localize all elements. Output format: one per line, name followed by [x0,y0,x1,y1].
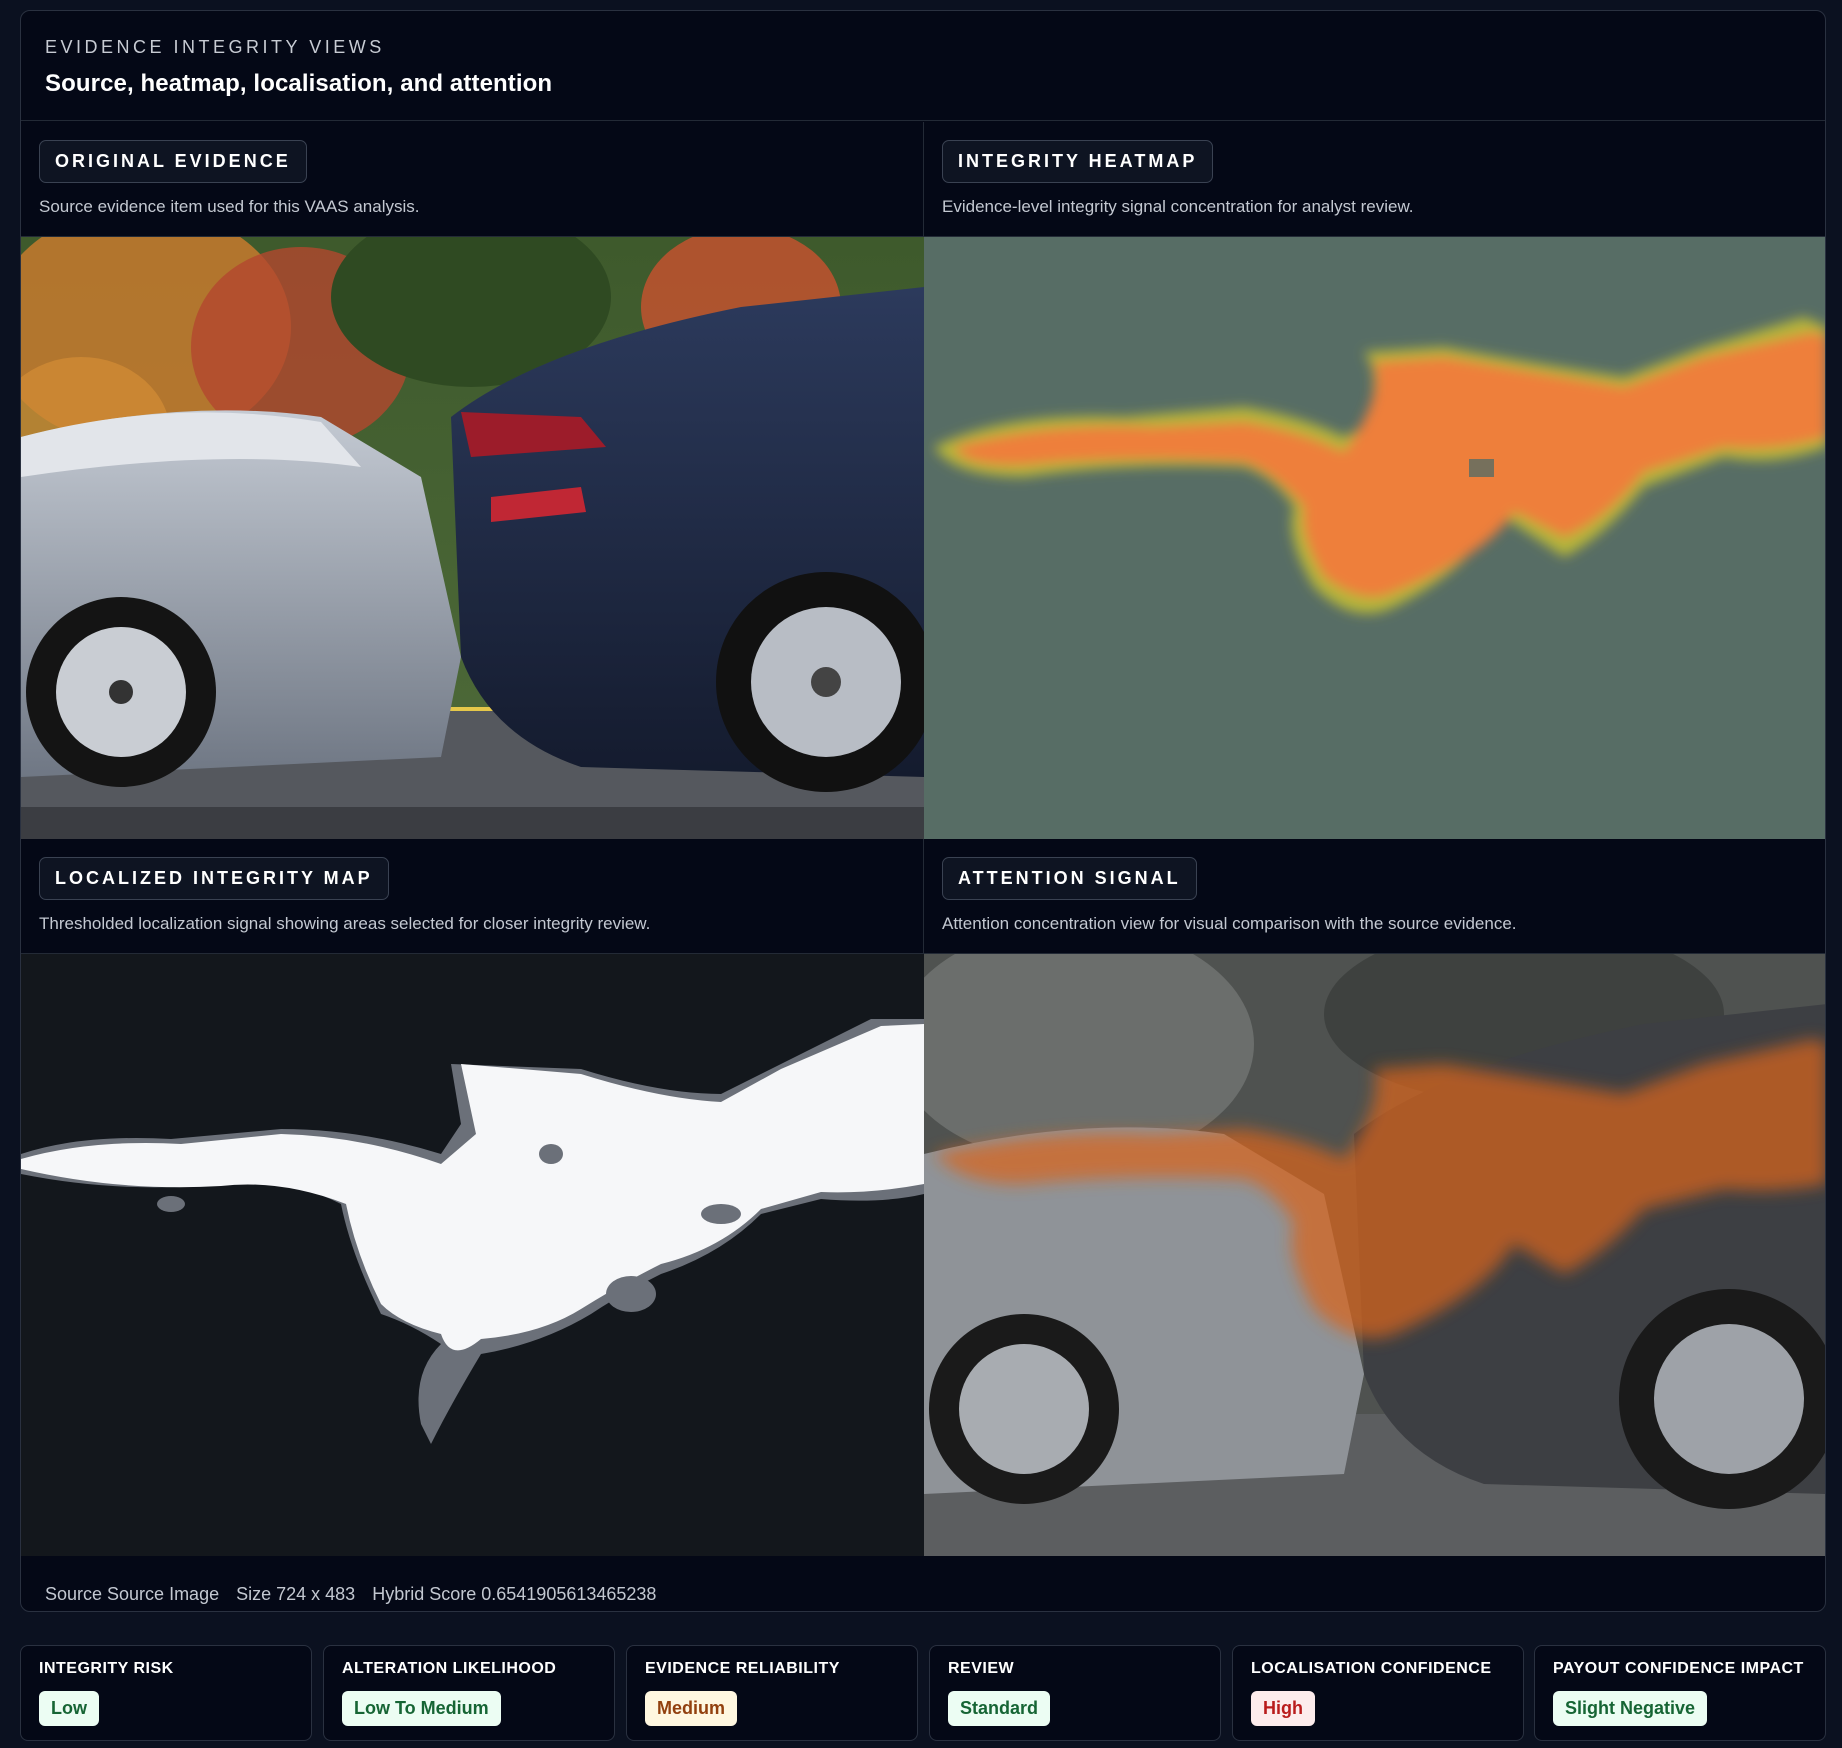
hybrid-score: Hybrid Score 0.6541905613465238 [372,1584,657,1604]
view-label: LOCALIZED INTEGRITY MAP [39,857,389,900]
metric-evidence-reliability: EVIDENCE RELIABILITY Medium [626,1645,918,1741]
attention-signal-image[interactable] [924,954,1825,1556]
view-header: ATTENTION SIGNAL Attention concentration… [924,839,1825,954]
view-original-evidence: ORIGINAL EVIDENCE Source evidence item u… [21,122,924,839]
metric-value-badge: High [1251,1691,1315,1726]
view-integrity-heatmap: INTEGRITY HEATMAP Evidence-level integri… [924,122,1825,839]
source-name: Source Source Image [45,1584,220,1604]
localized-integrity-map-image[interactable] [21,954,924,1556]
view-localized-integrity-map: LOCALIZED INTEGRITY MAP Thresholded loca… [21,839,924,1556]
evidence-integrity-panel: EVIDENCE INTEGRITY VIEWS Source, heatmap… [20,10,1826,1612]
view-label: ORIGINAL EVIDENCE [39,140,307,183]
metric-integrity-risk: INTEGRITY RISK Low [20,1645,312,1741]
metric-value-badge: Slight Negative [1553,1691,1708,1726]
view-header: ORIGINAL EVIDENCE Source evidence item u… [21,122,923,237]
view-header: LOCALIZED INTEGRITY MAP Thresholded loca… [21,839,923,954]
metric-localisation-confidence: LOCALISATION CONFIDENCE High [1232,1645,1524,1741]
panel-title: Source, heatmap, localisation, and atten… [45,70,553,97]
original-evidence-image[interactable] [21,237,924,839]
source-metadata: Source Source Image Size 724 x 483 Hybri… [45,1584,668,1605]
metric-label: ALTERATION LIKELIHOOD [342,1660,557,1677]
panel-eyebrow: EVIDENCE INTEGRITY VIEWS [45,37,385,57]
metric-alteration-likelihood: ALTERATION LIKELIHOOD Low To Medium [323,1645,615,1741]
view-attention-signal: ATTENTION SIGNAL Attention concentration… [924,839,1825,1556]
metric-value-badge: Standard [948,1691,1051,1726]
metric-label: PAYOUT CONFIDENCE IMPACT [1553,1660,1804,1677]
metric-value-badge: Low To Medium [342,1691,501,1726]
metric-value-badge: Low [39,1691,99,1726]
metric-label: REVIEW [948,1660,1015,1677]
metrics-row: INTEGRITY RISK Low ALTERATION LIKELIHOOD… [20,1645,1826,1741]
view-description: Source evidence item used for this VAAS … [39,197,420,216]
view-description: Attention concentration view for visual … [942,914,1517,933]
integrity-heatmap-image[interactable] [924,237,1825,839]
view-description: Evidence-level integrity signal concentr… [942,197,1414,216]
source-size: Size 724 x 483 [236,1584,356,1604]
metric-label: INTEGRITY RISK [39,1660,174,1677]
view-label: INTEGRITY HEATMAP [942,140,1214,183]
metric-review: REVIEW Standard [929,1645,1221,1741]
metric-label: EVIDENCE RELIABILITY [645,1660,840,1677]
metric-value-badge: Medium [645,1691,738,1726]
view-label: ATTENTION SIGNAL [942,857,1197,900]
panel-header: EVIDENCE INTEGRITY VIEWS Source, heatmap… [21,11,1825,121]
views-grid: ORIGINAL EVIDENCE Source evidence item u… [21,122,1825,1556]
metric-payout-confidence-impact: PAYOUT CONFIDENCE IMPACT Slight Negative [1534,1645,1826,1741]
view-header: INTEGRITY HEATMAP Evidence-level integri… [924,122,1825,237]
view-description: Thresholded localization signal showing … [39,914,651,933]
metric-label: LOCALISATION CONFIDENCE [1251,1660,1492,1677]
